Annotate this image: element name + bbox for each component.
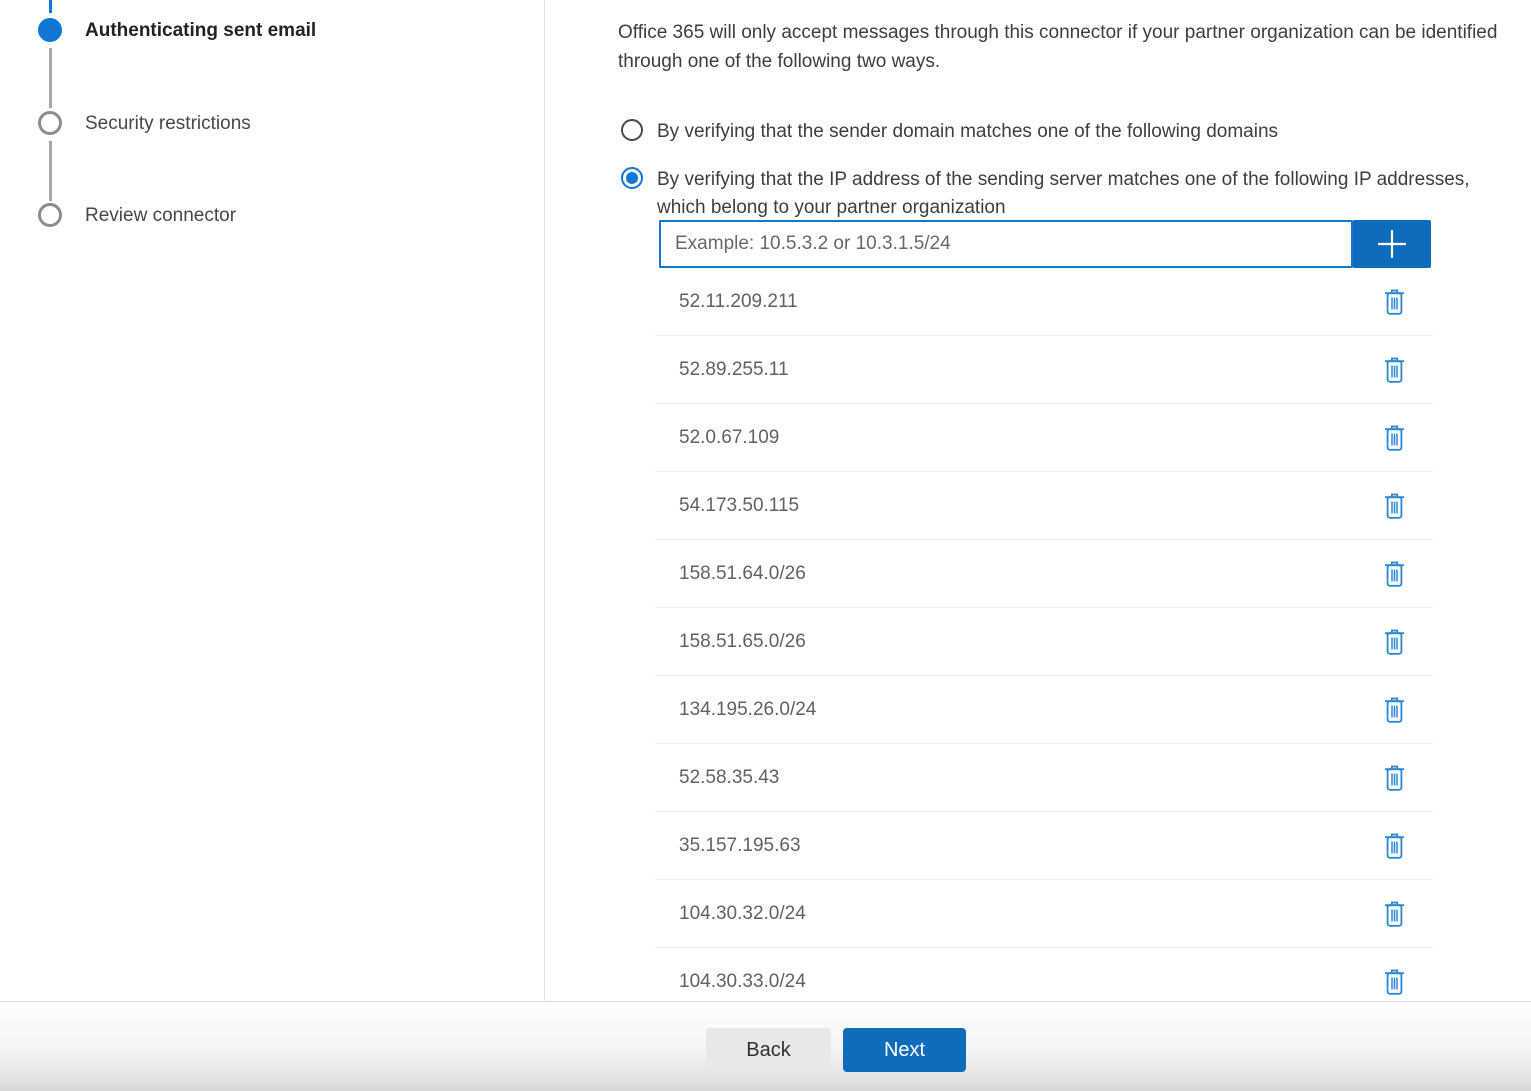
ip-list-item: 158.51.64.0/26: [655, 540, 1433, 608]
delete-ip-button[interactable]: [1380, 693, 1409, 727]
delete-ip-button[interactable]: [1380, 489, 1409, 523]
radio-option-ip-address[interactable]: By verifying that the IP address of the …: [621, 166, 1475, 222]
delete-ip-button[interactable]: [1380, 285, 1409, 319]
trash-icon: [1384, 969, 1405, 995]
ip-address-value: 134.195.26.0/24: [679, 699, 816, 721]
trash-icon: [1384, 561, 1405, 587]
trash-icon: [1384, 901, 1405, 927]
trash-icon: [1384, 629, 1405, 655]
plus-icon: [1375, 227, 1409, 261]
ip-address-value: 104.30.33.0/24: [679, 971, 806, 993]
radio-option-ip-address-label: By verifying that the IP address of the …: [657, 166, 1475, 222]
step-content-panel: Office 365 will only accept messages thr…: [545, 0, 1531, 1001]
ip-list-item: 104.30.32.0/24: [655, 880, 1433, 948]
radio-unselected-icon[interactable]: [621, 119, 643, 141]
delete-ip-button[interactable]: [1380, 965, 1409, 999]
ip-list-item: 52.0.67.109: [655, 404, 1433, 472]
step-label-security-restrictions: Security restrictions: [85, 112, 251, 136]
ip-address-value: 52.89.255.11: [679, 359, 789, 381]
stepper-connector-completed: [49, 0, 52, 13]
connector-wizard-page: Authenticating sent email Security restr…: [0, 0, 1531, 1091]
radio-option-sender-domain[interactable]: By verifying that the sender domain matc…: [621, 118, 1278, 146]
ip-address-value: 104.30.32.0/24: [679, 903, 806, 925]
trash-icon: [1384, 493, 1405, 519]
delete-ip-button[interactable]: [1380, 353, 1409, 387]
ip-list-item: 104.30.33.0/24: [655, 948, 1433, 1001]
ip-address-list: 52.11.209.211: [655, 268, 1433, 1001]
ip-list-item: 54.173.50.115: [655, 472, 1433, 540]
step-dot-security: [38, 111, 62, 135]
step-dot-review: [38, 203, 62, 227]
delete-ip-button[interactable]: [1380, 829, 1409, 863]
trash-icon: [1384, 833, 1405, 859]
ip-entry-row: [659, 220, 1431, 268]
ip-address-input[interactable]: [659, 220, 1353, 268]
radio-option-sender-domain-label: By verifying that the sender domain matc…: [657, 118, 1278, 146]
delete-ip-button[interactable]: [1380, 625, 1409, 659]
trash-icon: [1384, 289, 1405, 315]
trash-icon: [1384, 357, 1405, 383]
wizard-body: Authenticating sent email Security restr…: [0, 0, 1531, 1001]
step-label-review-connector: Review connector: [85, 204, 236, 228]
delete-ip-button[interactable]: [1380, 761, 1409, 795]
step-dot-authenticating-current: [38, 18, 62, 42]
ip-list-item: 52.89.255.11: [655, 336, 1433, 404]
ip-address-value: 158.51.65.0/26: [679, 631, 806, 653]
trash-icon: [1384, 765, 1405, 791]
stepper-connector: [49, 141, 52, 201]
ip-address-value: 158.51.64.0/26: [679, 563, 806, 585]
trash-icon: [1384, 697, 1405, 723]
wizard-stepper-sidebar: Authenticating sent email Security restr…: [0, 0, 545, 1001]
ip-list-item: 134.195.26.0/24: [655, 676, 1433, 744]
ip-address-value: 35.157.195.63: [679, 835, 801, 857]
stepper-connector: [49, 48, 52, 108]
ip-list-item: 35.157.195.63: [655, 812, 1433, 880]
ip-address-value: 52.58.35.43: [679, 767, 779, 789]
next-button[interactable]: Next: [843, 1028, 966, 1072]
wizard-footer: Back Next: [0, 1001, 1531, 1091]
ip-list-item: 52.58.35.43: [655, 744, 1433, 812]
trash-icon: [1384, 425, 1405, 451]
ip-address-value: 52.11.209.211: [679, 291, 798, 313]
radio-selected-icon[interactable]: [621, 167, 643, 189]
step-intro-text: Office 365 will only accept messages thr…: [618, 18, 1531, 76]
delete-ip-button[interactable]: [1380, 421, 1409, 455]
ip-address-value: 54.173.50.115: [679, 495, 799, 517]
add-ip-button[interactable]: [1353, 220, 1431, 268]
ip-list-item: 158.51.65.0/26: [655, 608, 1433, 676]
ip-list-item: 52.11.209.211: [655, 268, 1433, 336]
step-label-authenticating-sent-email: Authenticating sent email: [85, 19, 316, 43]
ip-address-value: 52.0.67.109: [679, 427, 779, 449]
back-button[interactable]: Back: [706, 1028, 831, 1072]
delete-ip-button[interactable]: [1380, 897, 1409, 931]
delete-ip-button[interactable]: [1380, 557, 1409, 591]
